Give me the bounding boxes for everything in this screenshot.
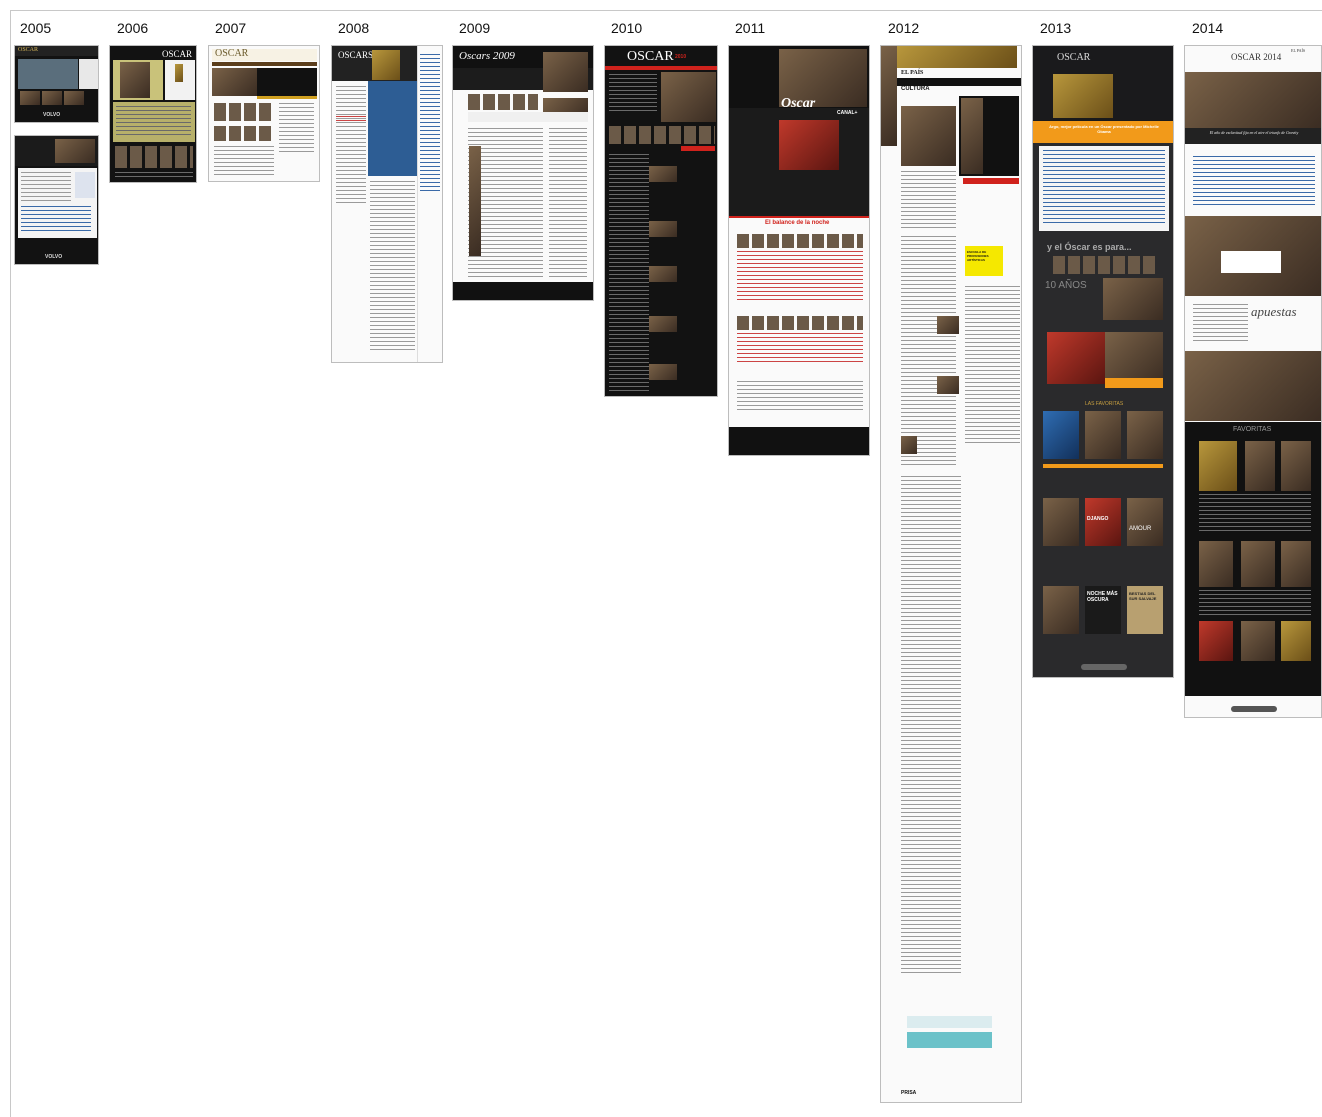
poster-noche-2013: NOCHE MÁS OSCURA — [1087, 591, 1118, 603]
logo-2005: OSCAR — [18, 47, 39, 53]
favoritas-2013: LAS FAVORITAS — [1085, 401, 1124, 407]
logo-2014: OSCAR 2014 — [1231, 52, 1282, 62]
screenshot-2008: OSCARS — [331, 45, 443, 363]
year-label-2014: 2014 — [1192, 20, 1224, 36]
logo-2008: OSCARS — [338, 50, 374, 60]
banner-2013: Argo, mejor película en un Óscar present… — [1049, 124, 1159, 134]
screenshot-2009: Oscars 2009 — [452, 45, 594, 301]
favoritas-2014: FAVORITAS — [1233, 426, 1272, 433]
year-label-2009: 2009 — [459, 20, 491, 36]
year-label-2010: 2010 — [611, 20, 643, 36]
brand-2014: EL PAÍS — [1291, 48, 1306, 53]
screenshot-2005-top: OSCAR VOLVO — [14, 45, 99, 123]
year-label-2007: 2007 — [215, 20, 247, 36]
frame-left-border — [10, 10, 11, 1117]
year-label-2008: 2008 — [338, 20, 370, 36]
brand-2005-bottom: VOLVO — [45, 254, 63, 260]
screenshot-2014: OSCAR 2014 EL PAÍS El año de esclavitud … — [1184, 45, 1322, 718]
anos-2013: 10 AÑOS — [1045, 280, 1087, 291]
logo-2010: OSCAR — [627, 49, 674, 64]
screenshot-2013: OSCAR Argo, mejor película en un Óscar p… — [1032, 45, 1174, 678]
screenshot-2005-bottom: VOLVO — [14, 135, 99, 265]
yellow-box-2012: ESCUELA DE PROFESIONES ARTÍSTICAS — [967, 250, 989, 262]
screenshot-2011: Oscar CANAL+ El balance de la noche — [728, 45, 870, 456]
screenshot-2010: OSCAR 2010 — [604, 45, 718, 397]
section-2012: CULTURA — [901, 86, 930, 92]
brand-2012: EL PAÍS — [901, 70, 924, 76]
sub-2010: 2010 — [675, 54, 687, 60]
year-label-2006: 2006 — [117, 20, 149, 36]
screenshot-2007: OSCAR — [208, 45, 320, 182]
frame-top-border — [10, 10, 1322, 11]
strip-2013: y el Óscar es para... — [1047, 242, 1132, 252]
headline-2014: El año de esclavitud fija en el aire el … — [1209, 130, 1299, 135]
poster-bestias-2013: BESTIAS DEL SUR SALVAJE — [1129, 591, 1157, 601]
year-label-2012: 2012 — [888, 20, 920, 36]
screenshot-2012: EL PAÍS CULTURA ESCUELA DE PROFESIONES A… — [880, 45, 1022, 1103]
partner-2011: CANAL+ — [837, 110, 858, 116]
footer-2012: PRISA — [901, 1090, 917, 1096]
poster-django-2013: DJANGO — [1087, 516, 1109, 522]
logo-2009: Oscars 2009 — [459, 50, 515, 62]
logo-2013: OSCAR — [1057, 52, 1091, 63]
screenshot-2006: OSCAR — [109, 45, 197, 183]
year-label-2013: 2013 — [1040, 20, 1072, 36]
brand-2005: VOLVO — [43, 112, 61, 118]
headline-2011: El balance de la noche — [765, 220, 830, 226]
logo-2007: OSCAR — [215, 48, 249, 59]
year-label-2011: 2011 — [735, 20, 766, 36]
apuestas-2014: apuestas — [1251, 304, 1297, 319]
poster-amour-2013: AMOUR — [1129, 526, 1152, 532]
logo-2006: OSCAR — [162, 49, 193, 59]
year-label-2005: 2005 — [20, 20, 52, 36]
